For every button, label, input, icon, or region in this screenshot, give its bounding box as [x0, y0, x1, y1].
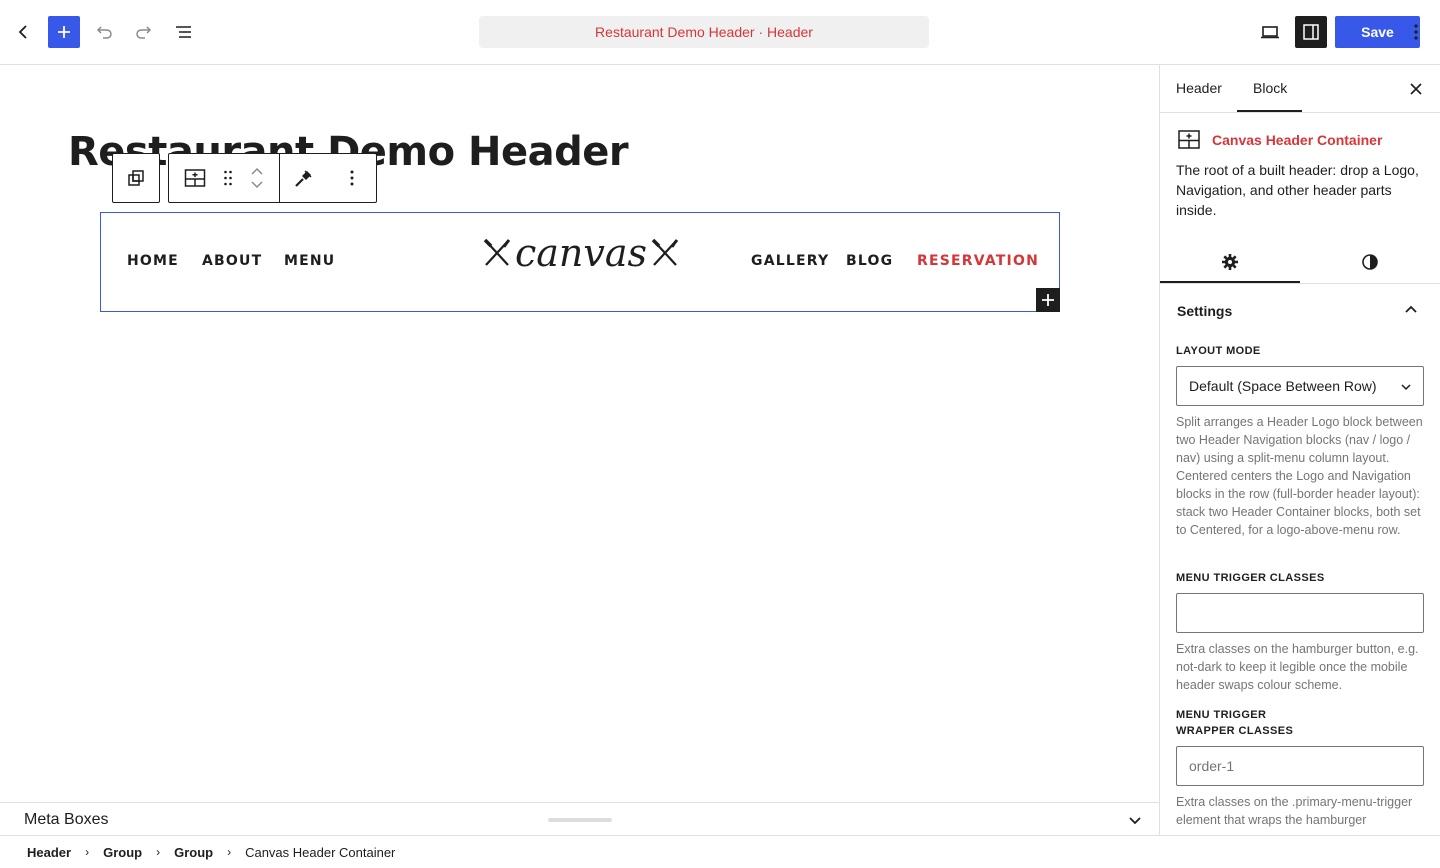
close-icon[interactable] [1406, 79, 1426, 99]
layout-mode-select[interactable]: Default (Space Between Row) [1176, 366, 1424, 406]
breadcrumb-current: Canvas Header Container [245, 844, 396, 860]
plus-icon [58, 26, 70, 38]
document-overview-button[interactable] [168, 16, 200, 48]
move-up-icon[interactable] [249, 166, 265, 178]
menu-trigger-wrapper-classes-help: Extra classes on the .primary-menu-trigg… [1176, 795, 1413, 827]
settings-sidebar-toggle[interactable] [1295, 16, 1327, 48]
breadcrumb-item-header[interactable]: Header [27, 845, 71, 860]
select-parent-button[interactable] [112, 153, 160, 203]
gear-icon [1222, 254, 1238, 270]
container-block-icon [1178, 130, 1200, 149]
breadcrumb-item-group[interactable]: Group [174, 845, 213, 860]
layout-mode-label: LAYOUT MODE [1176, 345, 1261, 357]
menu-trigger-wrapper-classes-label: MENU TRIGGER WRAPPER CLASSES [1176, 709, 1294, 737]
select-parent-icon [128, 170, 144, 186]
tab-settings[interactable] [1218, 250, 1242, 274]
container-block-icon [184, 169, 206, 187]
tab-styles[interactable] [1358, 250, 1382, 274]
logo[interactable]: canvas [483, 231, 679, 275]
chevron-right-icon: › [85, 845, 90, 859]
layout-mode-value: Default (Space Between Row) [1189, 378, 1377, 394]
block-breadcrumb: Header › Group › Group › Canvas Header C… [0, 835, 1440, 868]
nav-item-menu[interactable]: MENU [284, 253, 335, 269]
resize-handle[interactable] [548, 818, 612, 822]
menu-trigger-classes-label: MENU TRIGGER CLASSES [1176, 572, 1325, 584]
move-down-icon[interactable] [249, 178, 265, 190]
chevron-right-icon: › [156, 845, 161, 859]
chevron-down-icon[interactable] [1126, 811, 1144, 829]
block-type-button[interactable] [169, 154, 221, 202]
tab-block[interactable]: Block [1253, 80, 1287, 96]
menu-trigger-classes-help: Extra classes on the hamburger button, e… [1176, 642, 1419, 692]
redo-icon [136, 26, 152, 39]
logo-text: canvas [514, 231, 648, 275]
undo-button[interactable] [88, 16, 120, 48]
layout-mode-help: Split arranges a Header Logo block betwe… [1176, 415, 1423, 537]
crossed-utensils-icon [651, 238, 679, 266]
more-vertical-icon [1414, 24, 1418, 40]
editor-header: Restaurant Demo Header · Header Save [0, 0, 1440, 65]
sidebar-tabs: Header Block [1160, 65, 1440, 113]
panel-title: Settings [1177, 303, 1233, 319]
tab-header[interactable]: Header [1176, 80, 1222, 96]
brush-icon [295, 170, 312, 187]
chevron-up-icon[interactable] [1402, 301, 1420, 319]
canvas-header-container-block[interactable]: HOME ABOUT MENU canvas GALLERY BLOG RESE… [100, 212, 1060, 312]
block-card-title: Canvas Header Container [1212, 132, 1383, 148]
add-block-button[interactable] [1036, 288, 1060, 312]
drag-handle-icon [224, 170, 232, 186]
undo-icon [96, 26, 112, 39]
nav-item-reservation[interactable]: RESERVATION [917, 253, 1039, 269]
meta-boxes-panel: Meta Boxes [0, 802, 1159, 835]
chevron-down-icon [1401, 384, 1411, 391]
editor-canvas: Restaurant Demo Header HOME ABOUT MENU c… [0, 65, 1159, 802]
menu-trigger-wrapper-classes-input[interactable]: order-1 [1176, 746, 1424, 786]
block-movers [235, 154, 279, 202]
back-button[interactable] [8, 16, 40, 48]
menu-trigger-classes-input[interactable] [1176, 593, 1424, 633]
nav-item-gallery[interactable]: GALLERY [751, 253, 829, 269]
document-title-bar[interactable]: Restaurant Demo Header · Header [479, 16, 929, 48]
settings-sidebar: Header Block Canvas Header Container The… [1159, 65, 1440, 835]
chevron-left-icon [18, 25, 27, 39]
device-preview-button[interactable] [1254, 16, 1286, 48]
contrast-icon [1362, 254, 1378, 270]
breadcrumb-item-group[interactable]: Group [103, 845, 142, 860]
nav-item-home[interactable]: HOME [127, 253, 179, 269]
block-toolbar [168, 153, 377, 203]
active-tab-indicator [1237, 110, 1302, 112]
options-menu-button[interactable] [1400, 16, 1432, 48]
block-inserter-button[interactable] [48, 16, 80, 48]
meta-boxes-label: Meta Boxes [24, 811, 109, 828]
laptop-icon [1261, 26, 1279, 39]
crossed-utensils-icon [483, 238, 511, 266]
chevron-right-icon: › [227, 845, 232, 859]
nav-item-about[interactable]: ABOUT [202, 253, 262, 269]
list-view-icon [176, 26, 191, 38]
nav-item-blog[interactable]: BLOG [846, 253, 893, 269]
plus-icon [1042, 294, 1054, 306]
styles-button[interactable] [280, 154, 328, 202]
sidebar-icon [1303, 24, 1319, 40]
block-card-description: The root of a built header: drop a Logo,… [1176, 162, 1419, 218]
more-vertical-icon [350, 170, 354, 186]
settings-panel-header[interactable]: Settings [1160, 285, 1440, 335]
active-subtab-indicator [1160, 281, 1300, 283]
redo-button[interactable] [128, 16, 160, 48]
inspector-tabs [1160, 240, 1440, 284]
block-options-button[interactable] [328, 154, 376, 202]
drag-handle[interactable] [221, 154, 235, 202]
